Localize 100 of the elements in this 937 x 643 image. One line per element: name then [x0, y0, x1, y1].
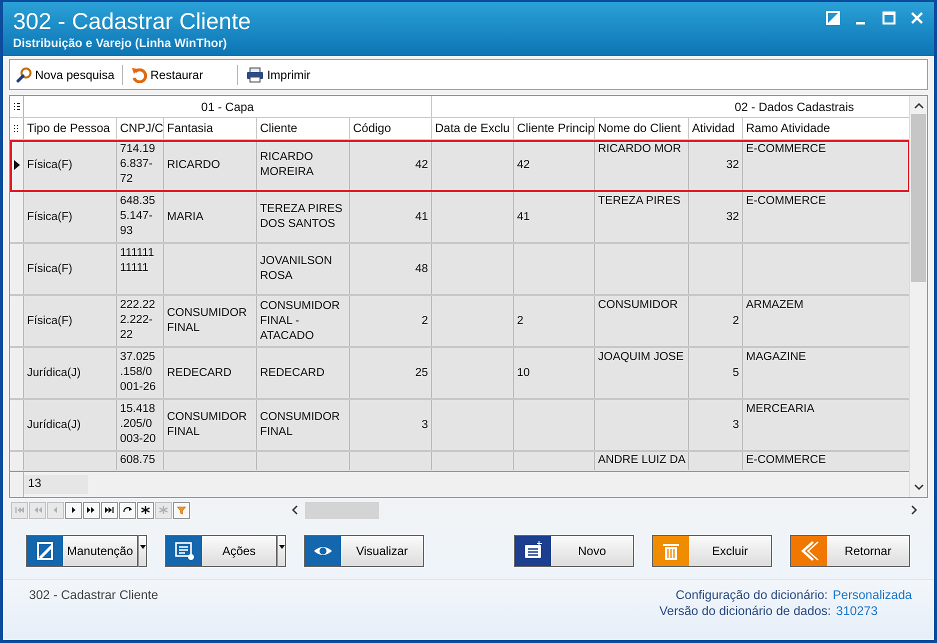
table-cell: E-COMMERCE: [746, 194, 826, 209]
scroll-up-icon[interactable]: [914, 102, 924, 110]
table-cell: 42: [415, 158, 428, 172]
table-cell: 2: [422, 314, 428, 328]
table-row[interactable]: Física(F) 11111111111 JOVANILSON ROSA 48: [10, 244, 909, 296]
window-subtitle: Distribuição e Varejo (Linha WinThor): [13, 36, 228, 50]
table-cell: Física(F): [27, 314, 72, 328]
last-record-icon: [104, 505, 115, 515]
scroll-thumb[interactable]: [305, 502, 379, 518]
navigator-button[interactable]: [137, 502, 154, 518]
screen-name: 302 - Cadastrar Cliente: [29, 588, 158, 602]
column-chooser-icon[interactable]: [12, 102, 20, 112]
navigator-button[interactable]: [119, 502, 136, 518]
table-cell-text: JOVANILSON ROSA: [260, 254, 333, 284]
row-header[interactable]: [10, 140, 24, 190]
toolbar-button[interactable]: Imprimir: [244, 64, 312, 84]
vertical-scrollbar[interactable]: [909, 96, 927, 497]
dropdown-button[interactable]: [138, 535, 147, 567]
column-header[interactable]: Código: [350, 118, 432, 139]
action-button[interactable]: Retornar: [790, 535, 910, 567]
table-cell-text: 37.025.158/0001-26: [120, 350, 157, 395]
table-cell-text: CONSUMIDOR FINAL: [167, 410, 248, 440]
table-cell: RICARDO MOR: [598, 142, 682, 157]
dropdown-button[interactable]: [277, 535, 286, 567]
table-cell: MARIA: [167, 210, 204, 224]
record-count: 13: [24, 475, 88, 494]
column-group-header: 02 - Dados Cadastrais: [734, 100, 854, 114]
action-button[interactable]: Excluir: [652, 535, 772, 567]
table-cell: CONSUMIDOR: [598, 298, 678, 313]
table-cell: TEREZA PIRES: [598, 194, 680, 209]
table-cell-text: TEREZA PIRES DOS SANTOS: [260, 202, 344, 232]
table-cell: 42: [517, 158, 530, 172]
table-cell-text: 15.418.205/0003-20: [120, 402, 157, 447]
info-value: Personalizada: [832, 588, 912, 602]
table-cell: ARMAZEM: [746, 298, 804, 313]
caret-icon: [140, 545, 146, 549]
asterisk-icon: [140, 505, 151, 515]
table-cell-text: 714.196.837-72: [120, 142, 156, 187]
window-title: 302 - Cadastrar Cliente: [13, 7, 251, 36]
asterisk-icon: [158, 505, 169, 515]
column-chooser-icon[interactable]: [12, 124, 20, 134]
table-row[interactable]: Jurídica(J) 37.025.158/0001-26 REDECARD REDECARD 25 10 JOAQUIM JOSE 5 MAGAZINE: [10, 348, 909, 400]
table-cell-text: RICARDO MOREIRA: [260, 150, 315, 180]
action-button[interactable]: Novo: [514, 535, 634, 567]
table-cell-text: 648.355.147-93: [120, 194, 156, 239]
table-cell: JOAQUIM JOSE: [598, 350, 684, 365]
column-header[interactable]: CNPJ/C: [117, 118, 164, 139]
pencil-icon: [34, 540, 56, 562]
first-record-icon: [14, 505, 25, 515]
column-header[interactable]: Atividad: [689, 118, 743, 139]
table-cell: MERCEARIA: [746, 402, 814, 417]
info-label: Configuração do dicionário:: [676, 588, 828, 602]
table-row[interactable]: Física(F) 648.355.147-93 MARIA TEREZA PIRES DOS SANTOS 41 41 TEREZA PIRES 32 E-COMMERCE: [10, 192, 909, 244]
toolbar-button[interactable]: Restaurar: [129, 64, 206, 84]
restore-window-icon[interactable]: [826, 11, 840, 25]
table-cell: 2: [517, 314, 524, 328]
scroll-left-icon[interactable]: [291, 505, 299, 515]
table-cell-text: CONSUMIDOR FINAL - ATACADO: [260, 298, 341, 344]
table-cell: REDECARD: [167, 366, 232, 380]
column-header[interactable]: Nome do Client: [595, 118, 689, 139]
fast-forward-icon: [86, 505, 97, 515]
column-header[interactable]: Data de Exclu: [432, 118, 514, 139]
navigator-button[interactable]: [65, 502, 82, 518]
table-cell: Física(F): [27, 158, 72, 172]
navigator-button[interactable]: [83, 502, 100, 518]
caret-icon: [278, 545, 284, 549]
column-group-header: 01 - Capa: [201, 100, 254, 114]
table-cell: E-COMMERCE: [746, 142, 826, 157]
table-cell: E-COMMERCE: [746, 453, 826, 468]
column-header[interactable]: Cliente: [257, 118, 350, 139]
table-cell: 41: [415, 210, 428, 224]
toolbar-button[interactable]: Nova pesquisa: [14, 64, 116, 84]
rewind-icon: [32, 505, 43, 515]
column-header[interactable]: Cliente Princip: [514, 118, 595, 139]
action-button[interactable]: Manutenção: [26, 535, 138, 567]
navigator-button[interactable]: [101, 502, 118, 518]
action-button[interactable]: Ações: [165, 535, 277, 567]
table-cell: 5: [732, 366, 739, 380]
refresh-icon: [122, 505, 133, 515]
table-cell: 32: [726, 210, 739, 224]
table-cell: REDECARD: [260, 366, 325, 380]
close-icon[interactable]: [910, 11, 924, 25]
maximize-icon[interactable]: [882, 11, 896, 25]
table-cell: 10: [517, 366, 530, 380]
table-cell: Jurídica(J): [27, 366, 81, 380]
scroll-thumb[interactable]: [911, 114, 926, 282]
table-cell: 3: [732, 418, 739, 432]
column-header[interactable]: Fantasia: [164, 118, 257, 139]
table-cell: 25: [415, 366, 428, 380]
scroll-down-icon[interactable]: [914, 483, 924, 491]
table-row[interactable]: Física(F) 222.222.222-22 CONSUMIDOR FINAL CONSUMIDOR FINAL - ATACADO 2 2 CONSUMIDOR 2 ARMAZEM: [10, 296, 909, 348]
row-indicator-icon: [14, 160, 20, 170]
table-cell: Física(F): [27, 210, 72, 224]
action-button[interactable]: Visualizar: [304, 535, 424, 567]
info-label: Versão do dicionário de dados:: [659, 604, 831, 618]
table-cell: RICARDO: [167, 158, 220, 172]
column-header[interactable]: Tipo de Pessoa: [24, 118, 117, 139]
table-cell-text: 11111111111: [120, 246, 156, 276]
scroll-right-icon[interactable]: [910, 505, 918, 515]
table-row[interactable]: Física(F) 714.196.837-72 RICARDO RICARDO MOREIRA 42 42 RICARDO MOR 32 E-COMMERCE: [10, 140, 909, 192]
